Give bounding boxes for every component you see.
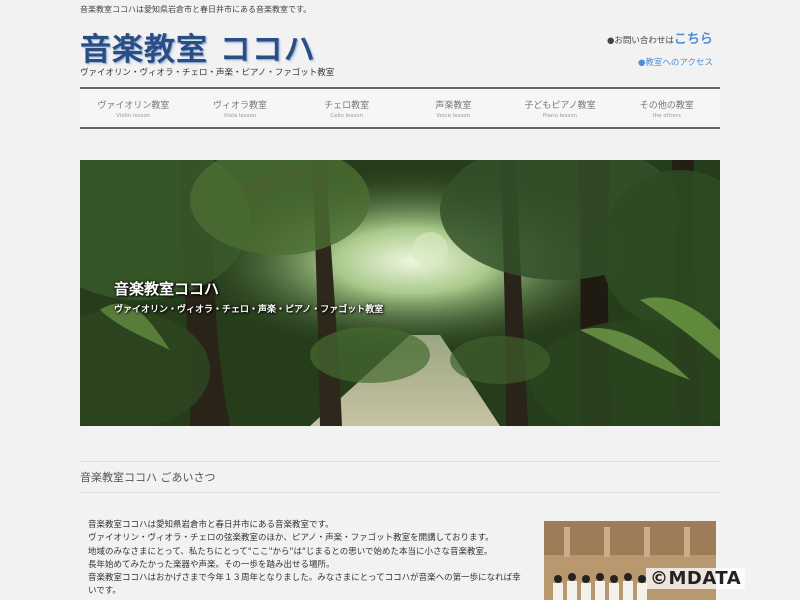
greeting-line: 音楽教室ココハはおかげさまで今年１３周年となりました。みなさまにとってココハが音… [88,573,521,584]
greeting-line: ヴァイオリン・ヴィオラ・チェロの弦楽教室のほか、ピアノ・声楽・ファゴット教室を開… [88,533,494,544]
nav-item-piano[interactable]: 子どもピアノ教室 Piano lesson [507,89,614,127]
contact-block: ●お問い合わせはこちら [607,28,713,47]
logo-subtitle: ヴァイオリン・ヴィオラ・チェロ・声楽・ピアノ・ファゴット教室 [80,68,335,78]
nav-label-jp: ヴァイオリン教室 [97,100,170,111]
copyright-watermark: ©MDATA [646,568,746,589]
greeting-line: 音楽教室ココハは愛知県岩倉市と春日井市にある音楽教室です。 [88,520,334,530]
nav-item-others[interactable]: その他の教室 the others [613,89,720,127]
main-nav: ヴァイオリン教室 Violin lesson ヴィオラ教室 Viola less… [80,87,720,129]
hero-title: 音楽教室ココハ [114,280,220,298]
greeting-line: 地域のみなさまにとって、私たちにとって"ここ"から"は"じまるとの思いで始めた本… [88,546,493,557]
hero-subtitle: ヴァイオリン・ヴィオラ・チェロ・声楽・ピアノ・ファゴット教室 [114,305,384,315]
access-link[interactable]: ●教室へのアクセス [638,56,713,68]
nav-item-viola[interactable]: ヴィオラ教室 Viola lesson [187,89,294,127]
nav-label-en: Piano lesson [542,112,578,119]
greeting-line: 長年始めてみたかった楽器や声楽。その一歩を踏み出せる場所。 [88,559,335,570]
nav-item-voice[interactable]: 声楽教室 Voice lesson [400,89,507,127]
site-logo[interactable]: 音楽教室 ココハ [80,24,316,69]
nav-label-en: the others [652,112,681,119]
nav-label-en: Viola lesson [223,112,257,119]
nav-label-jp: 子どもピアノ教室 [524,100,596,111]
nav-label-jp: 声楽教室 [435,100,472,111]
nav-item-violin[interactable]: ヴァイオリン教室 Violin lesson [80,89,187,127]
nav-label-jp: ヴィオラ教室 [213,100,268,111]
contact-link[interactable]: こちら [674,32,713,47]
greeting-heading: 音楽教室ココハ ごあいさつ [80,461,720,493]
nav-label-en: Voice lesson [436,112,471,119]
greeting-body: 音楽教室ココハは愛知県岩倉市と春日井市にある音楽教室です。 ヴァイオリン・ヴィオ… [88,519,533,599]
greeting-line: いです。 [88,586,121,597]
nav-label-jp: チェロ教室 [324,100,370,111]
site-tagline: 音楽教室ココハは愛知県岩倉市と春日井市にある音楽教室です。 [80,5,312,14]
nav-label-jp: その他の教室 [639,100,694,111]
nav-label-en: Cello lesson [330,112,364,119]
nav-label-en: Violin lesson [116,112,151,119]
nav-item-cello[interactable]: チェロ教室 Cello lesson [293,89,400,127]
contact-prefix: ●お問い合わせは [607,36,674,46]
hero-banner: 音楽教室ココハ ヴァイオリン・ヴィオラ・チェロ・声楽・ピアノ・ファゴット教室 [80,160,720,426]
